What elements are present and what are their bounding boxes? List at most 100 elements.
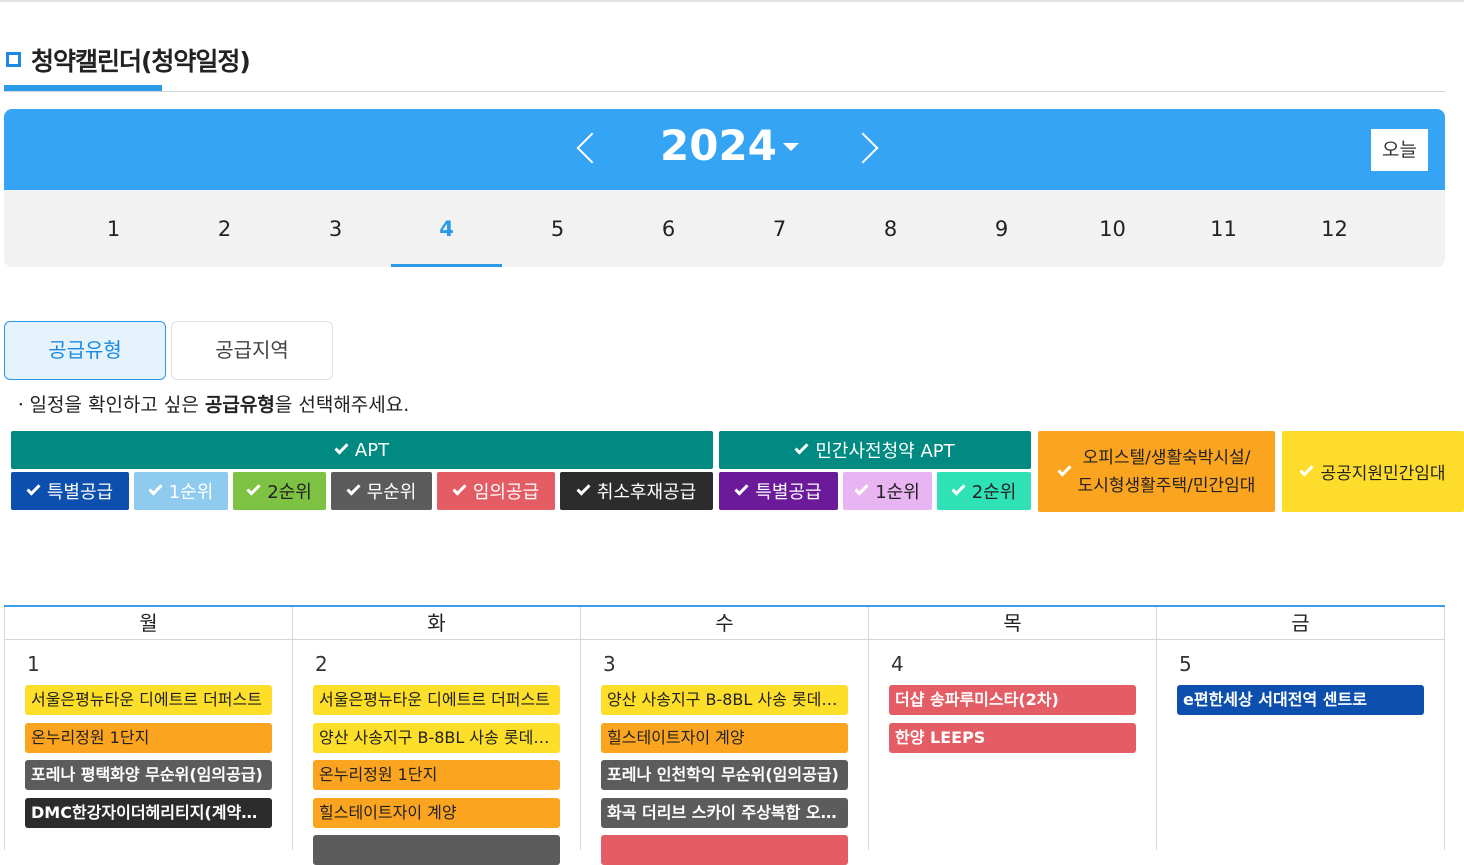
year-dropdown-caret-icon[interactable] <box>783 143 799 151</box>
weekday-header-fri: 금 <box>1157 607 1445 640</box>
event-item[interactable]: 화곡 더리브 스카이 주상복합 오피스텔 <box>601 798 848 828</box>
filter-public-rental-label: 공공지원민간임대 <box>1320 464 1446 484</box>
chip-label: 특별공급 <box>46 482 114 503</box>
check-icon <box>148 481 163 496</box>
event-item[interactable]: 포레나 평택화양 무순위(임의공급) <box>25 760 272 790</box>
top-divider <box>0 0 1464 2</box>
today-button[interactable]: 오늘 <box>1371 129 1428 171</box>
month-tab-7[interactable]: 7 <box>724 190 835 267</box>
check-icon <box>1057 461 1072 477</box>
filter-presale-second-priority[interactable]: 2순위 <box>937 472 1031 510</box>
month-tab-4[interactable]: 4 <box>391 190 502 267</box>
calendar-day-cell: 4 더샵 송파루미스타(2차) 한양 LEEPS <box>869 640 1157 850</box>
day-number: 2 <box>315 652 328 676</box>
next-year-chevron-icon[interactable] <box>847 132 879 164</box>
instruction-prefix: ㆍ일정을 확인하고 싶은 <box>12 394 205 416</box>
filter-presale-first-priority[interactable]: 1순위 <box>843 472 932 510</box>
chip-label: 취소후재공급 <box>596 482 697 503</box>
check-icon <box>334 440 349 455</box>
filter-presale-label: 민간사전청약 APT <box>815 441 955 462</box>
check-icon <box>26 481 41 496</box>
calendar-day-cell: 5 e편한세상 서대전역 센트로 <box>1157 640 1445 850</box>
day-number: 1 <box>27 652 40 676</box>
filter-apt[interactable]: APT <box>11 431 713 469</box>
filter-apt-second-priority[interactable]: 2순위 <box>233 472 326 510</box>
event-item[interactable]: 온누리정원 1단지 <box>313 760 560 790</box>
month-tab-3[interactable]: 3 <box>280 190 391 267</box>
month-tab-9[interactable]: 9 <box>946 190 1057 267</box>
event-item[interactable]: 한양 LEEPS <box>889 723 1136 753</box>
filter-apt-no-priority[interactable]: 무순위 <box>331 472 432 510</box>
instruction-suffix: 을 선택해주세요. <box>274 394 410 416</box>
month-tab-6[interactable]: 6 <box>613 190 724 267</box>
month-tab-1[interactable]: 1 <box>58 190 169 267</box>
event-item-partial[interactable] <box>313 835 560 865</box>
chip-label: 특별공급 <box>755 482 822 503</box>
prev-year-chevron-icon[interactable] <box>576 132 608 164</box>
month-tab-11[interactable]: 11 <box>1168 190 1279 267</box>
check-icon <box>794 440 809 455</box>
event-item[interactable]: DMC한강자이더헤리티지(계약취소) <box>25 798 272 828</box>
month-tab-5[interactable]: 5 <box>502 190 613 267</box>
event-item[interactable]: e편한세상 서대전역 센트로 <box>1177 685 1424 715</box>
event-item[interactable]: 온누리정원 1단지 <box>25 723 272 753</box>
filter-officetel-line1: 오피스텔/생활숙박시설/ <box>1082 447 1251 468</box>
check-icon <box>734 481 749 496</box>
filter-apt-optional-supply[interactable]: 임의공급 <box>437 472 555 510</box>
calendar-day-cell: 2 서울은평뉴타운 디에트르 더퍼스트 양산 사송지구 B-8BL 사송 롯데캐… <box>293 640 581 865</box>
check-icon <box>246 481 261 496</box>
month-tab-12[interactable]: 12 <box>1279 190 1390 267</box>
day-number: 4 <box>891 652 904 676</box>
event-item[interactable]: 양산 사송지구 B-8BL 사송 롯데캐슬 <box>601 685 848 715</box>
filter-officetel-line2: 도시형생활주택/민간임대 <box>1077 475 1256 496</box>
page-header: 청약캘린더(청약일정) <box>4 40 1445 92</box>
calendar-grid: 월 화 수 목 금 1 서울은평뉴타운 디에트르 더퍼스트 온누리정원 1단지 … <box>4 605 1445 865</box>
check-icon <box>1299 461 1315 477</box>
check-icon <box>346 481 361 496</box>
event-item[interactable]: 포레나 인천학익 무순위(임의공급) <box>601 760 848 790</box>
filter-apt-special-supply[interactable]: 특별공급 <box>11 472 129 510</box>
weekday-header-wed: 수 <box>581 607 869 640</box>
event-item[interactable]: 힐스테이트자이 계양 <box>601 723 848 753</box>
filter-public-rental[interactable]: 공공지원민간임대 <box>1282 431 1464 512</box>
tab-supply-type[interactable]: 공급유형 <box>4 321 166 380</box>
event-item-partial[interactable] <box>601 835 848 865</box>
square-bullet-icon <box>6 52 21 67</box>
event-item[interactable]: 양산 사송지구 B-8BL 사송 롯데캐슬 <box>313 723 560 753</box>
chip-label: 2순위 <box>267 482 312 503</box>
month-tab-10[interactable]: 10 <box>1057 190 1168 267</box>
page-title: 청약캘린더(청약일정) <box>31 47 251 76</box>
calendar-day-cell: 3 양산 사송지구 B-8BL 사송 롯데캐슬 힐스테이트자이 계양 포레나 인… <box>581 640 869 865</box>
day-number: 3 <box>603 652 616 676</box>
month-tab-8[interactable]: 8 <box>835 190 946 267</box>
month-tab-2[interactable]: 2 <box>169 190 280 267</box>
filter-apt-resupply[interactable]: 취소후재공급 <box>560 472 713 510</box>
check-icon <box>576 481 591 496</box>
month-tabs: 1 2 3 4 5 6 7 8 9 10 11 12 <box>4 190 1445 267</box>
filter-officetel[interactable]: 오피스텔/생활숙박시설/도시형생활주택/민간임대 <box>1038 431 1275 512</box>
instruction-text: ㆍ일정을 확인하고 싶은 공급유형을 선택해주세요. <box>12 390 409 417</box>
event-item[interactable]: 서울은평뉴타운 디에트르 더퍼스트 <box>313 685 560 715</box>
event-item[interactable]: 더샵 송파루미스타(2차) <box>889 685 1136 715</box>
filter-officetel-label: 오피스텔/생활숙박시설/도시형생활주택/민간임대 <box>1078 444 1256 500</box>
event-item[interactable]: 힐스테이트자이 계양 <box>313 798 560 828</box>
filter-apt-first-priority[interactable]: 1순위 <box>134 472 228 510</box>
chip-label: 임의공급 <box>472 482 540 503</box>
weekday-header-mon: 월 <box>4 607 293 640</box>
chip-label: 1순위 <box>875 482 920 503</box>
filter-private-presale-apt[interactable]: 민간사전청약 APT <box>719 431 1031 469</box>
check-icon <box>951 481 966 496</box>
year-label[interactable]: 2024 <box>660 121 777 170</box>
day-number: 5 <box>1179 652 1192 676</box>
tab-supply-region[interactable]: 공급지역 <box>171 321 333 380</box>
instruction-bold: 공급유형 <box>204 394 275 416</box>
chip-label: 무순위 <box>366 482 417 503</box>
chip-label: 2순위 <box>971 482 1017 503</box>
title-underline <box>4 85 162 91</box>
filter-apt-label: APT <box>354 439 390 461</box>
chip-label: 1순위 <box>168 482 214 503</box>
weekday-header-tue: 화 <box>293 607 581 640</box>
event-item[interactable]: 서울은평뉴타운 디에트르 더퍼스트 <box>25 685 272 715</box>
filter-presale-special-supply[interactable]: 특별공급 <box>719 472 838 510</box>
calendar-day-cell: 1 서울은평뉴타운 디에트르 더퍼스트 온누리정원 1단지 포레나 평택화양 무… <box>4 640 293 850</box>
